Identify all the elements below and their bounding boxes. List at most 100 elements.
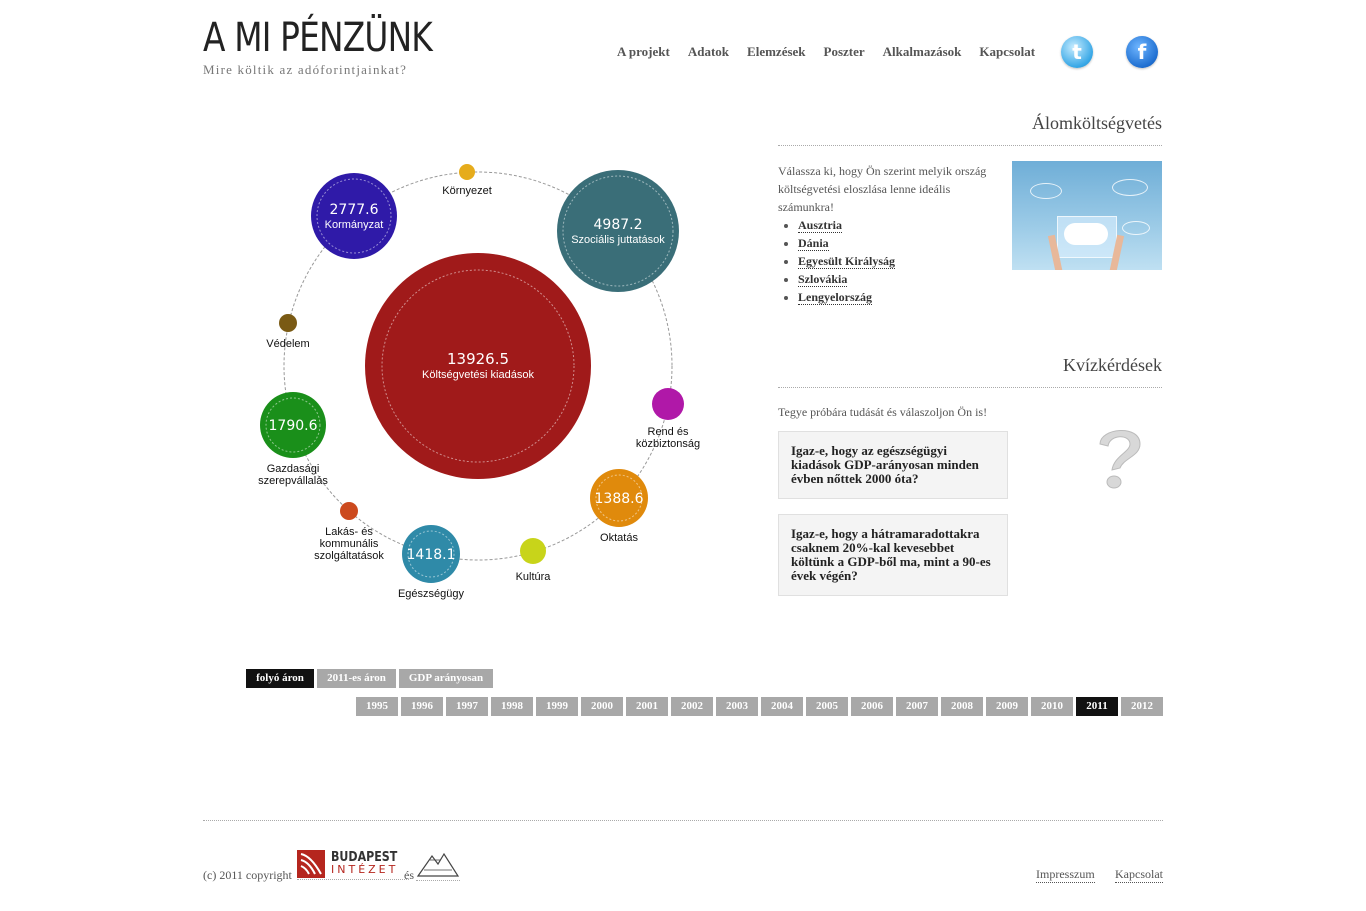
bubble-label-rend: Rend és (648, 426, 689, 438)
year-button-2008[interactable]: 2008 (941, 697, 983, 716)
country-link-lengyelorszag[interactable]: Lengyelország (798, 290, 872, 305)
twitter-icon[interactable]: t (1061, 36, 1093, 68)
bubble-label-gazdasagi: Gazdasági (267, 463, 320, 475)
dream-budget-intro: Válassza ki, hogy Ön szerint melyik orsz… (778, 164, 987, 214)
list-item: Egyesült Királyság (798, 252, 993, 270)
year-button-2000[interactable]: 2000 (581, 697, 623, 716)
quiz-question-1-link[interactable]: Igaz-e, hogy az egészségügyi kiadások GD… (779, 432, 1007, 498)
dream-budget-title: Álomköltségvetés (1032, 113, 1162, 133)
bubble-label-kornyezet: Környezet (442, 185, 492, 197)
bubble-value-oktatas: 1388.6 (595, 491, 644, 507)
facebook-icon[interactable]: f (1126, 36, 1158, 68)
bubble-label-lakas: Lakás- és (325, 526, 373, 538)
bubble-value-szocialis: 4987.2 (594, 217, 643, 233)
site-subtitle: Mire költik az adóforintjainkat? (203, 62, 408, 77)
copyright-text: (c) 2011 copyright (203, 868, 292, 882)
bubble-value-kormanyzat: 2777.6 (330, 202, 379, 218)
nav-projekt[interactable]: A projekt (608, 44, 679, 60)
facebook-glyph: f (1137, 40, 1147, 64)
nav-poszter[interactable]: Poszter (815, 44, 874, 60)
bubble-label-szocialis: Szociális juttatások (571, 234, 665, 246)
country-link-szlovakia[interactable]: Szlovákia (798, 272, 848, 287)
budget-bubble-chart: 13926.5 Költségvetési kiadások 2777.6 Kormá… (230, 150, 730, 620)
list-item: Ausztria (798, 216, 993, 234)
cloud-outline (1112, 179, 1148, 196)
footer-link-kapcsolat[interactable]: Kapcsolat (1115, 867, 1163, 883)
center-bubble-label: Költségvetési kiadások (422, 369, 534, 381)
bubble-kultura[interactable] (520, 538, 546, 564)
year-button-2001[interactable]: 2001 (626, 697, 668, 716)
year-button-2002[interactable]: 2002 (671, 697, 713, 716)
country-link-ausztria[interactable]: Ausztria (798, 218, 842, 233)
country-link-egyesult-kiralysag[interactable]: Egyesült Királyság (798, 254, 896, 269)
bubble-label-vedelem: Védelem (266, 338, 309, 350)
site-title[interactable]: A MI PÉNZÜNK (203, 16, 433, 60)
partner-logo[interactable] (416, 848, 460, 881)
year-button-2007[interactable]: 2007 (896, 697, 938, 716)
year-button-1995[interactable]: 1995 (356, 697, 398, 716)
bubble-label-kultura: Kultúra (516, 571, 552, 583)
price-mode-current[interactable]: folyó áron (246, 669, 314, 688)
budapest-intezet-logo[interactable]: BUDAPEST INTÉZET (297, 849, 409, 880)
bubble-label-rend: közbiztonság (636, 438, 700, 450)
question-mark-icon (1099, 430, 1141, 489)
bubble-kornyezet[interactable] (459, 164, 475, 180)
quiz-question-2[interactable]: Igaz-e, hogy a hátramaradottakra csaknem… (778, 514, 1008, 596)
quiz-divider (778, 387, 1162, 388)
bubble-vedelem[interactable] (279, 314, 297, 332)
year-button-1996[interactable]: 1996 (401, 697, 443, 716)
year-button-2005[interactable]: 2005 (806, 697, 848, 716)
bubble-label-oktatas: Oktatás (600, 532, 638, 544)
year-button-1998[interactable]: 1998 (491, 697, 533, 716)
cloud-outline (1122, 221, 1150, 235)
bubble-label-egeszseg: Egészségügy (398, 588, 465, 600)
nav-elemzesek[interactable]: Elemzések (738, 44, 814, 60)
site-logo[interactable]: A MI PÉNZÜNK Mire költik az adóforintjai… (203, 16, 482, 78)
quiz-question-1[interactable]: Igaz-e, hogy az egészségügyi kiadások GD… (778, 431, 1008, 499)
year-button-2010[interactable]: 2010 (1031, 697, 1073, 716)
country-link-dania[interactable]: Dánia (798, 236, 829, 251)
twitter-glyph: t (1072, 40, 1082, 64)
budapest-intezet-wordmark: BUDAPEST INTÉZET (331, 851, 409, 876)
year-button-2003[interactable]: 2003 (716, 697, 758, 716)
bubble-label-lakas: szolgáltatások (314, 550, 384, 562)
budapest-intezet-mark-icon (297, 850, 325, 878)
list-item: Dánia (798, 234, 993, 252)
footer-link-impresszum[interactable]: Impresszum (1036, 867, 1095, 883)
quiz-intro: Tegye próbára tudását és válaszoljon Ön … (778, 405, 988, 419)
bubble-rend[interactable] (652, 388, 684, 420)
year-button-2004[interactable]: 2004 (761, 697, 803, 716)
price-mode-2011[interactable]: 2011-es áron (317, 669, 396, 688)
nav-adatok[interactable]: Adatok (679, 44, 738, 60)
cloud-sign-image (1012, 161, 1162, 270)
quiz-title: Kvízkérdések (1063, 355, 1162, 375)
price-mode-gdp[interactable]: GDP arányosan (399, 669, 493, 688)
bubble-value-gazdasagi: 1790.6 (269, 418, 318, 434)
dream-budget-divider (778, 145, 1162, 146)
list-item: Lengyelország (798, 288, 993, 306)
center-bubble-value: 13926.5 (447, 350, 509, 368)
mountain-icon (416, 852, 460, 877)
intezet-word: INTÉZET (331, 863, 399, 876)
year-button-2006[interactable]: 2006 (851, 697, 893, 716)
and-text: és (404, 868, 414, 882)
dream-budget-text: Válassza ki, hogy Ön szerint melyik orsz… (778, 162, 993, 306)
bubble-label-gazdasagi: szerepvállalás (258, 475, 328, 487)
year-button-1999[interactable]: 1999 (536, 697, 578, 716)
price-mode-buttons: folyó áron 2011-es áron GDP arányosan (246, 669, 493, 688)
nav-kapcsolat[interactable]: Kapcsolat (970, 44, 1044, 60)
bubble-label-kormanyzat: Kormányzat (325, 219, 384, 231)
nav-alkalmazasok[interactable]: Alkalmazások (874, 44, 971, 60)
year-button-2011[interactable]: 2011 (1076, 697, 1118, 716)
cloud-icon (1064, 223, 1108, 245)
year-button-1997[interactable]: 1997 (446, 697, 488, 716)
list-item: Szlovákia (798, 270, 993, 288)
main-nav: A projekt Adatok Elemzések Poszter Alkal… (608, 44, 1044, 60)
bubble-label-lakas: kommunális (320, 538, 379, 550)
country-list: Ausztria Dánia Egyesült Királyság Szlová… (778, 216, 993, 306)
year-button-2012[interactable]: 2012 (1121, 697, 1163, 716)
bubble-lakas[interactable] (340, 502, 358, 520)
year-button-2009[interactable]: 2009 (986, 697, 1028, 716)
footer-divider (203, 820, 1163, 821)
quiz-question-2-link[interactable]: Igaz-e, hogy a hátramaradottakra csaknem… (779, 515, 1007, 595)
